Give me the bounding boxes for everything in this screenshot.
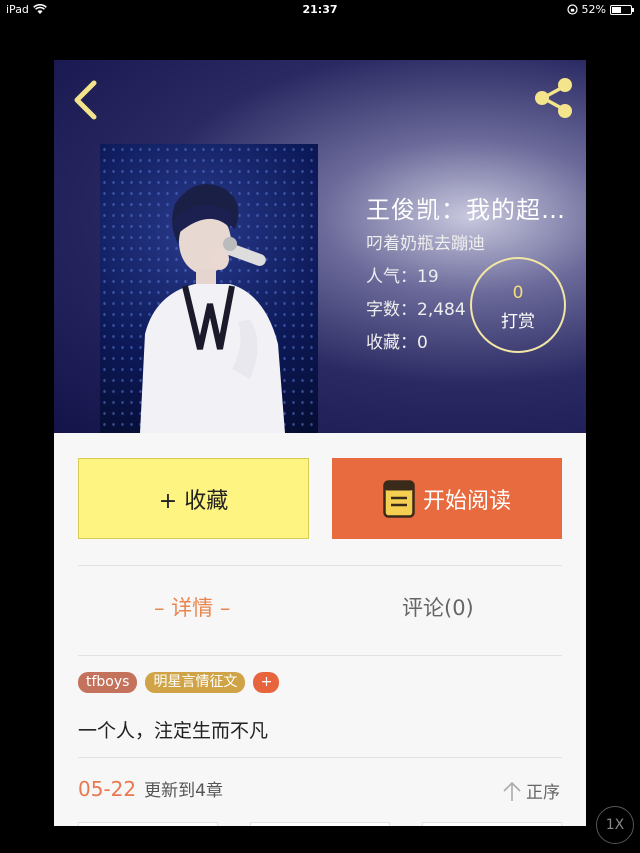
orientation-lock-icon	[566, 4, 578, 15]
sort-order-label: 正序	[526, 783, 560, 803]
reward-button[interactable]: 0 打赏	[470, 257, 566, 353]
status-time: 21:37	[302, 3, 338, 16]
book-author[interactable]: 叼着奶瓶去蹦迪	[366, 229, 586, 254]
update-text: 更新到4章	[144, 781, 223, 801]
chapter-card[interactable]	[78, 822, 218, 826]
add-tag-button[interactable]: +	[253, 672, 280, 693]
hero-header: 王俊凯：我的超… 叼着奶瓶去蹦迪 人气：19 字数：2,484 收藏：0 0 打…	[54, 60, 586, 433]
book-detail-screen: 王俊凯：我的超… 叼着奶瓶去蹦迪 人气：19 字数：2,484 收藏：0 0 打…	[54, 60, 586, 826]
reward-label: 打赏	[501, 312, 535, 332]
book-summary: 一个人，注定生而不凡	[78, 720, 269, 742]
divider	[78, 655, 562, 656]
battery-icon	[610, 4, 634, 15]
start-reading-button[interactable]: 开始阅读	[332, 458, 562, 539]
status-right: 52%	[566, 3, 634, 16]
chapter-list	[78, 822, 562, 826]
battery-percent: 52%	[581, 3, 606, 16]
start-reading-label: 开始阅读	[422, 488, 511, 514]
tab-details[interactable]: – 详情 –	[154, 592, 230, 622]
cover-figure	[140, 184, 285, 433]
add-favorite-label: + 收藏	[158, 488, 229, 514]
divider	[78, 757, 562, 758]
tag-list: tfboys 明星言情征文 +	[78, 672, 280, 693]
book-icon	[383, 479, 415, 518]
tag-tfboys[interactable]: tfboys	[78, 672, 138, 693]
share-icon[interactable]	[530, 74, 578, 122]
reward-count: 0	[512, 283, 524, 303]
status-bar: iPad 21:37 52%	[0, 0, 640, 20]
tag-contest[interactable]: 明星言情征文	[145, 672, 246, 693]
chapter-card[interactable]	[422, 822, 562, 826]
back-icon[interactable]	[68, 78, 104, 122]
zoom-button[interactable]: 1X	[596, 806, 634, 844]
chapter-card[interactable]	[250, 822, 390, 826]
add-favorite-button[interactable]: + 收藏	[78, 458, 309, 539]
book-title: 王俊凯：我的超…	[366, 196, 566, 224]
update-info: 05-22 更新到4章	[78, 776, 223, 801]
tab-comments[interactable]: 评论(0)	[402, 592, 474, 622]
update-date: 05-22	[78, 777, 137, 801]
divider	[78, 565, 562, 566]
sort-order-button[interactable]: 正序	[502, 778, 560, 803]
arrow-up-icon	[503, 781, 521, 801]
book-cover-image[interactable]	[100, 144, 318, 433]
